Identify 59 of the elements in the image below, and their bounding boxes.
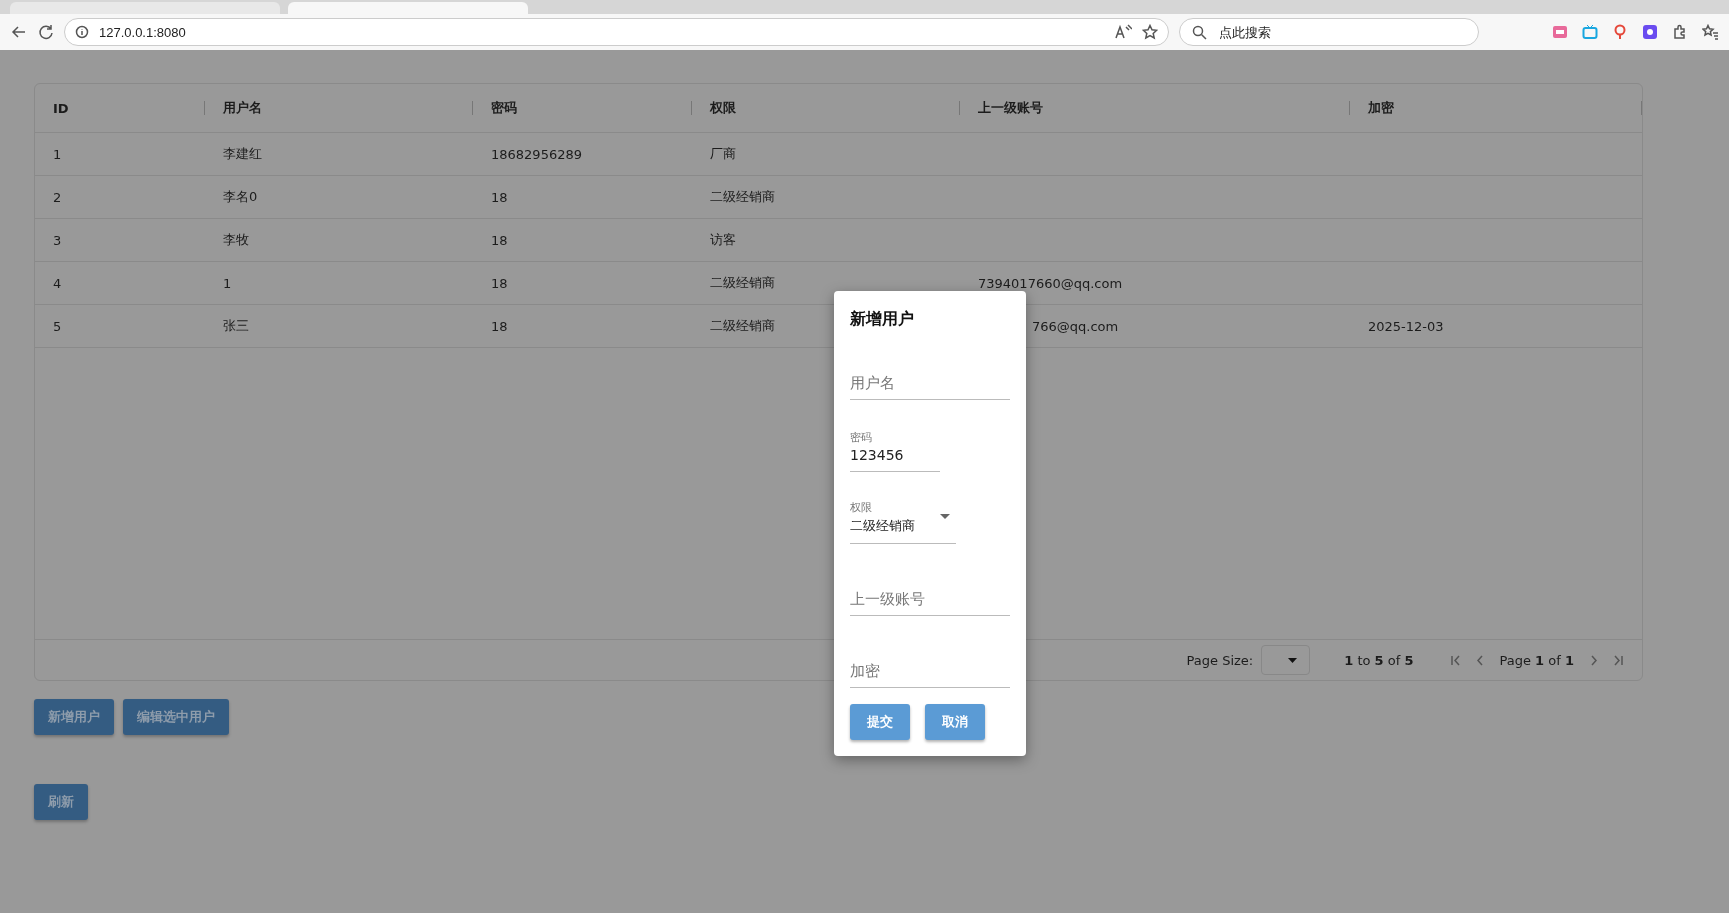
table-cell: 2025-12-03	[1368, 318, 1444, 334]
select-field[interactable]: 权限 二级经销商	[850, 492, 956, 544]
page-indicator: Page 1 of 1	[1499, 652, 1574, 668]
column-header[interactable]: 权限	[692, 84, 960, 132]
star-icon[interactable]	[1142, 24, 1158, 40]
row-count-text: 1 to 5 of 5	[1344, 652, 1414, 668]
table-cell: 3	[53, 232, 62, 248]
table-cell: 7394017660@qq.com	[978, 275, 1123, 291]
page-size-label: Page Size:	[1186, 652, 1254, 668]
table-cell: 18	[491, 232, 508, 248]
text-field[interactable]: 123456	[850, 447, 940, 472]
last-page-icon[interactable]	[1613, 654, 1624, 666]
table-cell: 18	[491, 275, 508, 291]
table-cell: 李牧	[223, 231, 249, 249]
reload-icon[interactable]	[38, 24, 54, 40]
column-header[interactable]: 密码	[473, 84, 692, 132]
url-text: 127.0.0.1:8080	[99, 24, 186, 40]
dialog-title: 新增用户	[850, 309, 915, 330]
table-cell: 访客	[710, 231, 736, 249]
caret-icon	[1288, 657, 1298, 663]
puzzle-icon[interactable]	[1672, 24, 1688, 40]
table-cell: 张三	[223, 317, 249, 335]
text-field[interactable]: 上一级账号	[850, 591, 1010, 616]
favorites-icon[interactable]	[1702, 24, 1719, 40]
previous-page-icon[interactable]	[1474, 654, 1486, 666]
table-cell: 二级经销商	[710, 274, 775, 292]
table-cell: 5	[53, 318, 62, 334]
info-icon	[75, 25, 89, 39]
table-cell: 1	[223, 275, 232, 291]
read-aloud-icon[interactable]	[1114, 24, 1132, 40]
field-label: 权限	[850, 500, 873, 515]
next-page-icon[interactable]	[1588, 654, 1599, 666]
column-header[interactable]: 上一级账号	[960, 84, 1350, 132]
table-cell: 18	[491, 189, 508, 205]
search-field[interactable]: 点此搜索	[1217, 23, 1461, 41]
table-cell: 二级经销商	[710, 188, 775, 206]
text-field[interactable]: 用户名	[850, 375, 1010, 400]
table-cell: 1	[53, 146, 62, 162]
table-cell: 2	[53, 189, 62, 205]
table-cell: 18	[491, 318, 508, 334]
caret-icon	[940, 514, 950, 519]
table-cell: 李名0	[223, 188, 258, 206]
table-cell: 厂商	[710, 145, 736, 163]
first-page-icon[interactable]	[1449, 654, 1461, 666]
back-icon[interactable]	[10, 24, 28, 40]
field-label: 密码	[850, 430, 873, 445]
table-cell: 18682956289	[491, 146, 582, 162]
column-header[interactable]: 用户名	[205, 84, 473, 132]
address-bar[interactable]: 127.0.0.1:8080	[64, 18, 1169, 46]
table-cell: 766@qq.com	[1032, 318, 1119, 334]
table-cell: 二级经销商	[710, 317, 775, 335]
tv-icon[interactable]	[1582, 24, 1598, 40]
column-header[interactable]: 加密	[1350, 84, 1642, 132]
table-cell: 4	[53, 275, 62, 291]
text-field[interactable]: 加密	[850, 663, 1010, 688]
search-bar[interactable]: 点此搜索	[1179, 18, 1479, 46]
search-icon	[1192, 24, 1207, 40]
table-cell: 李建红	[223, 145, 262, 163]
column-header[interactable]: ID	[35, 84, 205, 132]
